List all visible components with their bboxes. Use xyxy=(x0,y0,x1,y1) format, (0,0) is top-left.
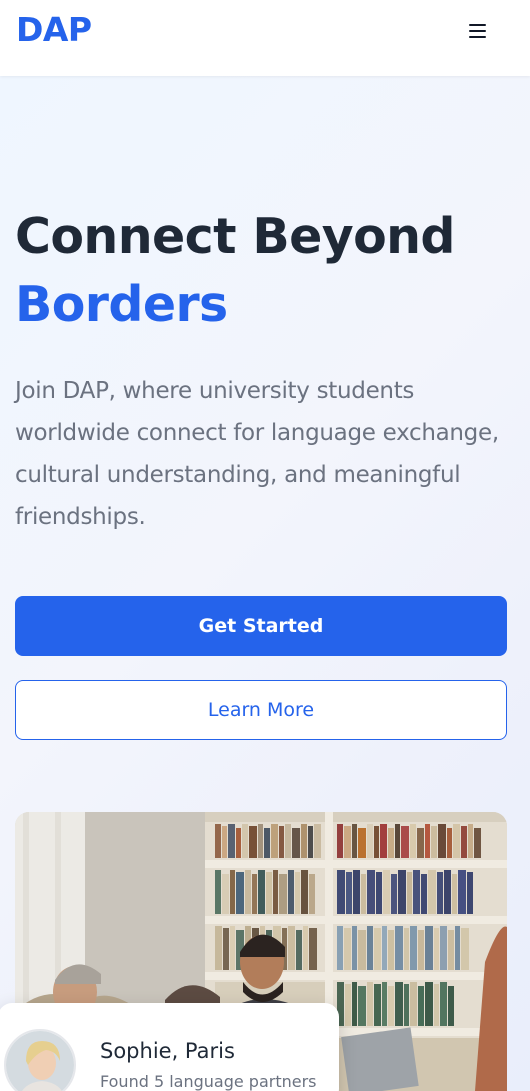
testimonial-card: Sophie, Paris Found 5 language partners xyxy=(0,1003,339,1091)
learn-more-button[interactable]: Learn More xyxy=(15,680,507,740)
menu-line xyxy=(468,30,486,32)
hero-title-line1: Connect Beyond xyxy=(15,208,456,265)
testimonial-text: Found 5 language partners xyxy=(100,1072,317,1091)
menu-line xyxy=(468,24,486,26)
logo[interactable]: DAP xyxy=(16,10,92,49)
hero-title-accent: Borders xyxy=(15,276,228,333)
sophie-avatar-image xyxy=(6,1031,74,1091)
site-header: DAP xyxy=(0,0,530,76)
menu-line xyxy=(468,36,486,38)
testimonial-name: Sophie, Paris xyxy=(100,1039,235,1063)
hero-title: Connect Beyond Borders xyxy=(15,203,525,339)
hamburger-menu-icon[interactable] xyxy=(462,18,492,44)
avatar xyxy=(4,1029,76,1091)
hero-subtitle: Join DAP, where university students worl… xyxy=(15,378,499,530)
get-started-button[interactable]: Get Started xyxy=(15,596,507,656)
